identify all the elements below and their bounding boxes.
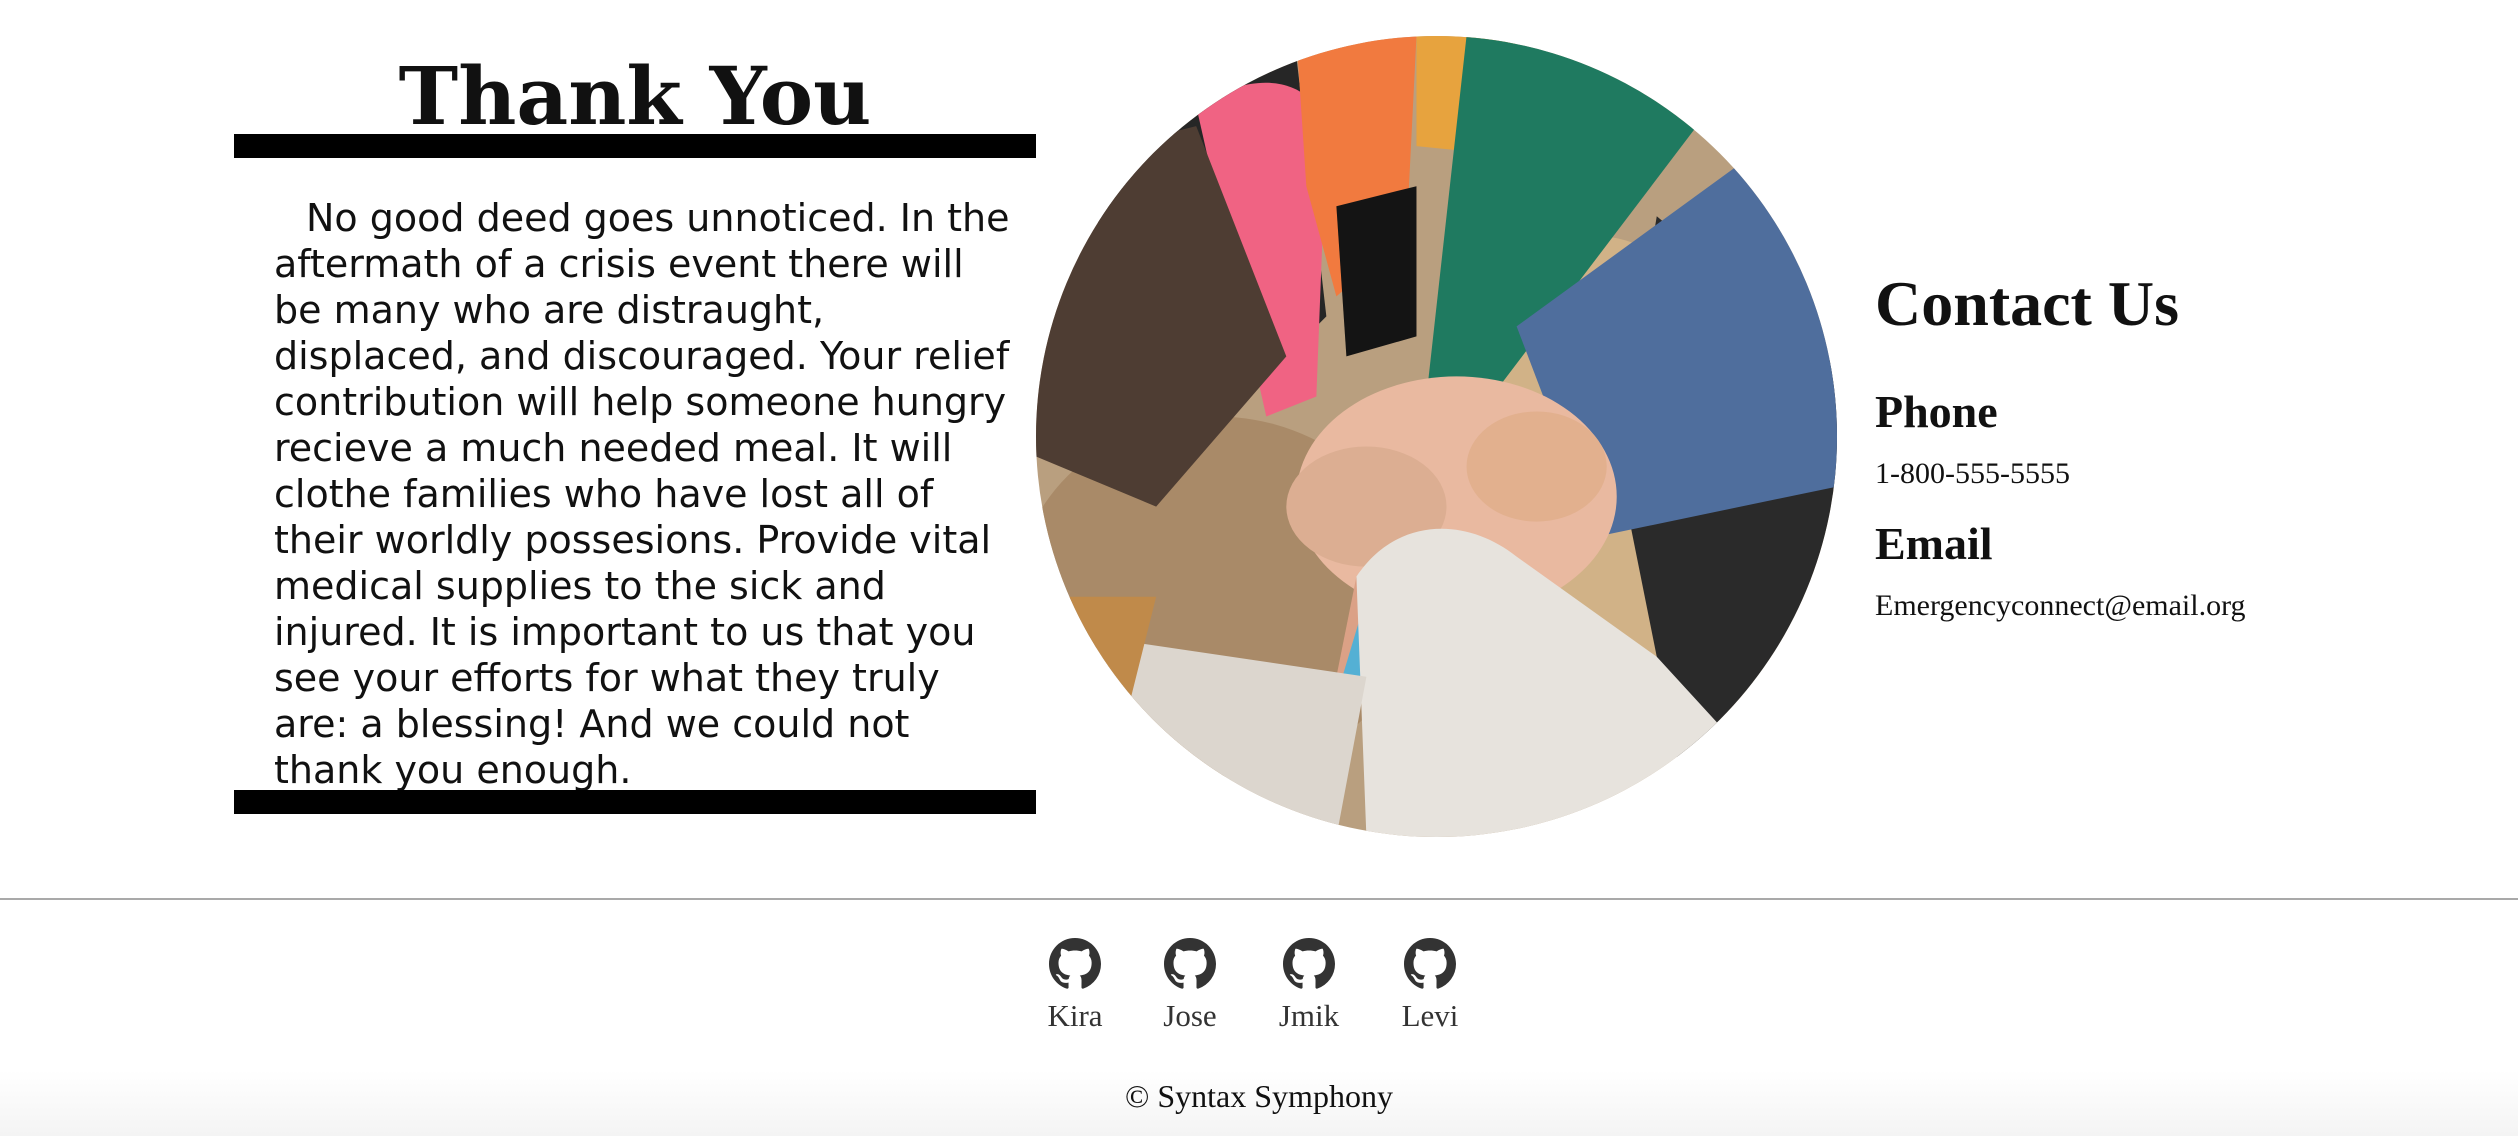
- team-member-name: Jmik: [1278, 998, 1340, 1033]
- team-member-name: Kira: [1047, 998, 1103, 1033]
- top-divider-bar: [234, 134, 1036, 158]
- copyright-text: © Syntax Symphony: [1125, 1078, 1393, 1114]
- team-member-link-jmik[interactable]: Jmik: [1249, 938, 1369, 1034]
- team-member-link-levi[interactable]: Levi: [1370, 938, 1490, 1034]
- github-icon: [1164, 938, 1216, 989]
- footer-divider: [0, 898, 2518, 900]
- github-icon: [1404, 938, 1456, 989]
- bottom-divider-bar: [234, 790, 1036, 814]
- team-member-name: Jose: [1163, 998, 1217, 1033]
- team-member-link-kira[interactable]: Kira: [1015, 938, 1135, 1034]
- email-address: Emergencyconnect@email.org: [1875, 589, 2246, 622]
- thank-you-title: Thank You: [398, 49, 872, 143]
- team-member-link-jose[interactable]: Jose: [1130, 938, 1250, 1034]
- github-icon: [1049, 938, 1101, 989]
- phone-heading: Phone: [1875, 386, 1998, 437]
- team-member-name: Levi: [1401, 998, 1459, 1033]
- contact-us-title: Contact Us: [1875, 268, 2179, 339]
- thank-you-text: No good deed goes unnoticed. In the afte…: [274, 196, 1010, 792]
- phone-number: 1-800-555-5555: [1875, 457, 2070, 490]
- email-heading: Email: [1875, 518, 1993, 569]
- github-icon: [1283, 938, 1335, 989]
- hands-together-photo: [1036, 36, 1837, 837]
